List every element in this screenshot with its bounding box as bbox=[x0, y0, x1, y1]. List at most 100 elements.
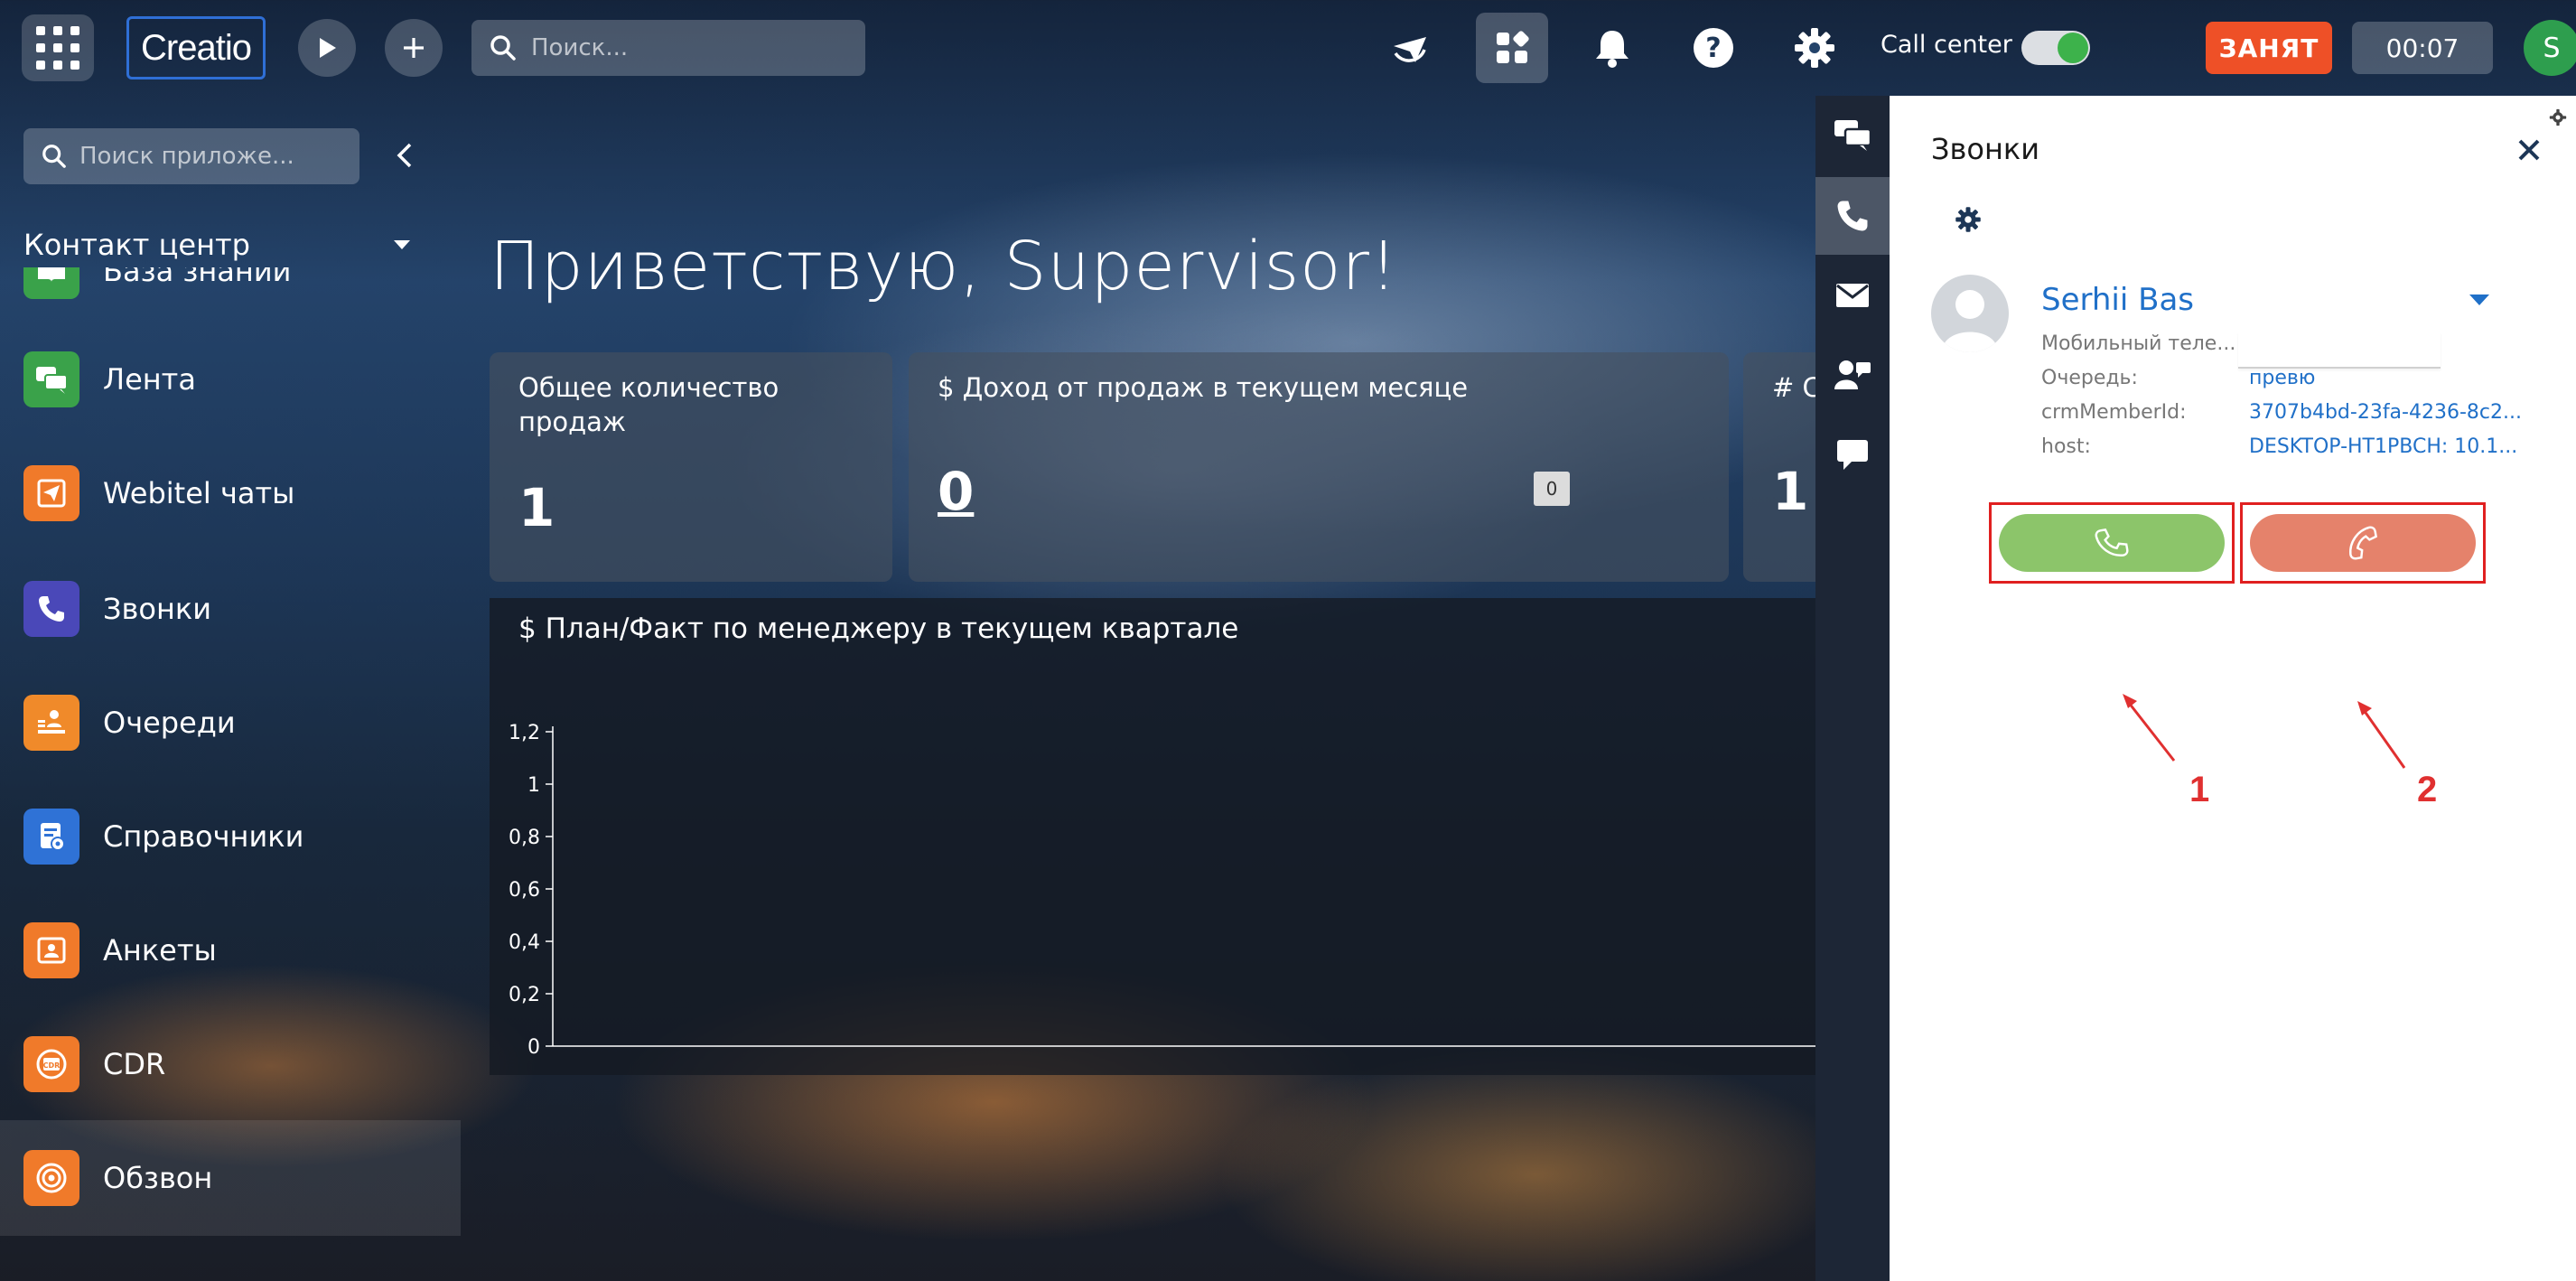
agent-icon[interactable] bbox=[1815, 336, 1890, 414]
chevron-down-icon[interactable] bbox=[2469, 295, 2489, 305]
svg-text:?: ? bbox=[1705, 33, 1721, 64]
sidebar-item-label: База знаний bbox=[103, 267, 292, 288]
sidebar-item-label: Webitel чаты bbox=[103, 476, 295, 510]
app-search-input[interactable] bbox=[79, 143, 305, 170]
panel-title: Звонки bbox=[1931, 132, 2039, 166]
phone-icon bbox=[23, 581, 79, 637]
search-icon bbox=[490, 35, 516, 61]
section-selector[interactable]: Контакт центр bbox=[23, 222, 421, 267]
hangup-call-button[interactable] bbox=[2250, 514, 2476, 572]
calls-panel: Звонки Serhii Bas Мобильный теле... Очер… bbox=[1890, 96, 2576, 1281]
play-icon[interactable] bbox=[298, 19, 356, 77]
plan-fact-chart-card: $ План/Факт по менеджеру в текущем кварт… bbox=[490, 598, 1844, 1075]
gear-icon[interactable] bbox=[1785, 18, 1844, 78]
cdr-icon: CDR bbox=[23, 1036, 79, 1092]
top-bar: Creatio ? Call center ЗАНЯТ 00:07 S bbox=[0, 0, 2576, 96]
sidebar-item-label: Справочники bbox=[103, 819, 304, 854]
annotation-label-1: 1 bbox=[2189, 770, 2210, 809]
field-label-queue: Очередь: bbox=[2041, 367, 2138, 389]
card-value[interactable]: 0 bbox=[938, 461, 974, 522]
card-value: 1 bbox=[1772, 461, 1809, 522]
sidebar-item-forms[interactable]: Анкеты bbox=[0, 893, 461, 1008]
annotation-arrows bbox=[2123, 694, 2406, 769]
annotation-arrowhead-1 bbox=[2123, 694, 2137, 708]
annotation-arrow-1 bbox=[2127, 702, 2176, 762]
y-tick-label: 0,6 bbox=[509, 879, 540, 902]
tiles-icon[interactable] bbox=[1476, 13, 1548, 83]
sidebar-item-knowledge-base[interactable]: База знаний bbox=[0, 267, 461, 329]
call-timer: 00:07 bbox=[2352, 22, 2493, 74]
y-tick-label: 0 bbox=[527, 1036, 540, 1059]
sidebar-item-label: Обзвон bbox=[103, 1161, 213, 1195]
sidebar-item-directories[interactable]: Справочники bbox=[0, 779, 461, 894]
card-title: # С bbox=[1772, 372, 1821, 403]
phone-icon[interactable] bbox=[1815, 177, 1890, 255]
directory-icon bbox=[23, 809, 79, 865]
sidebar-item-dialer[interactable]: Обзвон bbox=[0, 1120, 461, 1236]
monthly-revenue-card[interactable]: $ Доход от продаж в текущем месяце 0 0 bbox=[909, 352, 1729, 582]
communication-panel-strip bbox=[1815, 96, 1890, 1281]
collapse-sidebar-icon[interactable] bbox=[387, 137, 423, 173]
sidebar-item-calls[interactable]: Звонки bbox=[0, 551, 461, 667]
mail-icon[interactable] bbox=[1815, 257, 1890, 334]
help-icon[interactable]: ? bbox=[1684, 18, 1743, 78]
call-center-toggle[interactable] bbox=[2021, 31, 2090, 65]
svg-text:CDR: CDR bbox=[43, 1061, 61, 1070]
sidebar-item-cdr[interactable]: CDR CDR bbox=[0, 1006, 461, 1122]
app-search[interactable] bbox=[23, 128, 359, 184]
creatio-logo[interactable]: Creatio bbox=[126, 16, 266, 79]
close-icon[interactable] bbox=[2513, 134, 2545, 166]
hangup-highlight-frame bbox=[2240, 502, 2486, 584]
contact-name[interactable]: Serhii Bas bbox=[2041, 282, 2194, 318]
sidebar-item-label: Очереди bbox=[103, 706, 236, 740]
sidebar-item-webitel-chats[interactable]: Webitel чаты bbox=[0, 435, 461, 551]
answer-call-button[interactable] bbox=[1999, 514, 2225, 572]
annotation-arrow-2 bbox=[2362, 709, 2406, 769]
mobile-phone-field[interactable] bbox=[2238, 332, 2441, 369]
plane-icon[interactable] bbox=[1380, 18, 1440, 78]
y-tick-label: 0,8 bbox=[509, 827, 540, 849]
field-label-crm-member-id: crmMemberId: bbox=[2041, 401, 2187, 424]
gear-icon[interactable] bbox=[2549, 108, 2569, 128]
field-label-mobile: Мобильный теле... bbox=[2041, 332, 2236, 355]
card-title: $ Доход от продаж в текущем месяце bbox=[938, 372, 1469, 403]
sidebar-item-label: CDR bbox=[103, 1047, 166, 1081]
y-tick-label: 1,2 bbox=[509, 722, 540, 744]
send-icon bbox=[23, 465, 79, 521]
sidebar-item-feed[interactable]: Лента bbox=[0, 322, 461, 437]
contact-avatar bbox=[1931, 275, 2009, 352]
annotation-arrowhead-2 bbox=[2357, 701, 2372, 715]
global-search[interactable] bbox=[471, 20, 865, 76]
user-avatar[interactable]: S bbox=[2524, 20, 2576, 76]
y-tick-label: 0,4 bbox=[509, 931, 540, 954]
y-tick-label: 1 bbox=[527, 774, 540, 797]
sidebar: Контакт центр База знаний Лента Webitel … bbox=[0, 96, 461, 1281]
plus-icon[interactable] bbox=[385, 19, 443, 77]
chats-icon[interactable] bbox=[1815, 96, 1890, 173]
field-label-host: host: bbox=[2041, 435, 2091, 458]
call-settings-gear-icon[interactable] bbox=[1955, 206, 1985, 237]
dialer-icon bbox=[23, 1150, 79, 1206]
apps-grid-icon[interactable] bbox=[22, 14, 94, 81]
sidebar-item-queues[interactable]: Очереди bbox=[0, 665, 461, 781]
bell-icon[interactable] bbox=[1582, 18, 1642, 78]
card-title: Общее количество продаж bbox=[518, 372, 779, 437]
total-sales-card[interactable]: Общее количество продаж 1 bbox=[490, 352, 892, 582]
sidebar-item-label: Лента bbox=[103, 362, 196, 397]
message-icon[interactable] bbox=[1815, 416, 1890, 493]
field-value-queue[interactable]: превю bbox=[2249, 367, 2315, 389]
mini-badge: 0 bbox=[1534, 472, 1570, 506]
hangup-phone-icon bbox=[2349, 526, 2378, 560]
page-title: Приветствую, Supervisor! bbox=[490, 228, 1398, 305]
field-value-crm-member-id[interactable]: 3707b4bd-23fa-4236-8c2... bbox=[2249, 401, 2522, 424]
phone-icon bbox=[2095, 528, 2129, 556]
sidebar-item-label: Звонки bbox=[103, 592, 211, 626]
status-busy-button[interactable]: ЗАНЯТ bbox=[2206, 22, 2332, 74]
call-center-label: Call center bbox=[1881, 31, 2012, 59]
field-value-host[interactable]: DESKTOP-HT1PBCH: 10.1... bbox=[2249, 435, 2517, 458]
search-input[interactable] bbox=[531, 34, 802, 61]
chevron-down-icon bbox=[394, 240, 410, 249]
annotation-label-2: 2 bbox=[2417, 770, 2438, 809]
search-icon bbox=[42, 145, 66, 168]
card-value: 1 bbox=[518, 477, 555, 538]
